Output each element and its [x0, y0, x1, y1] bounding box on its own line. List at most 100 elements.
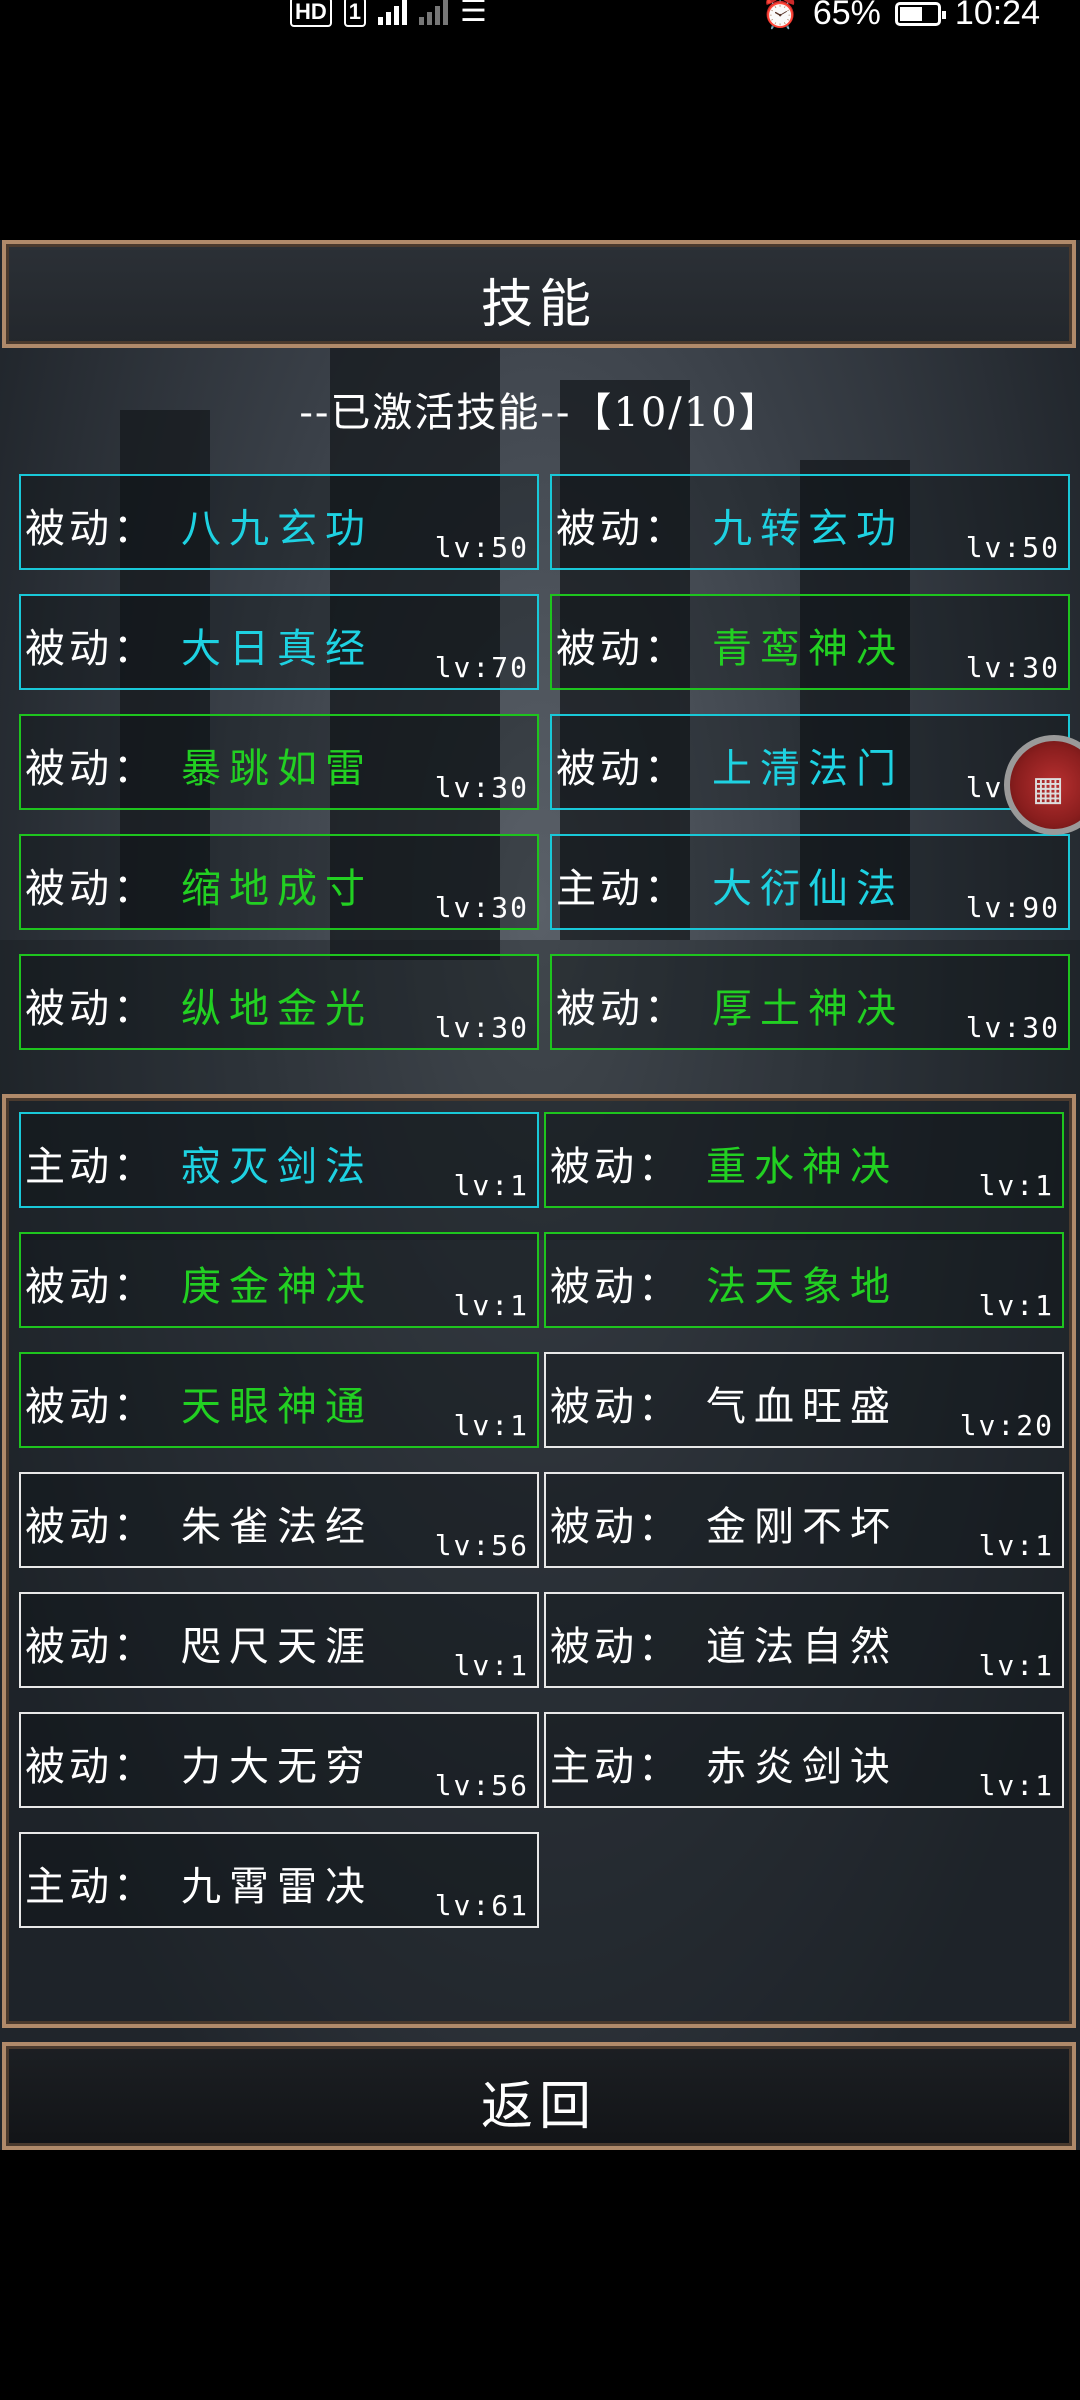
inactive-skill-tile[interactable]: 被动： 重水神决 lv:1 — [544, 1112, 1064, 1208]
battery-icon — [894, 1, 946, 26]
skill-level: lv:1 — [453, 1409, 529, 1442]
skill-type: 被动： — [25, 1744, 157, 1790]
skill-level: lv:56 — [434, 1529, 529, 1562]
signal-2-icon — [419, 0, 449, 25]
skill-level: lv:56 — [434, 1769, 529, 1802]
skill-name: 大衍仙法 — [712, 866, 904, 912]
active-skill-tile[interactable]: 被动： 八九玄功 lv:50 — [19, 474, 539, 570]
inactive-skill-tile[interactable]: 被动： 道法自然 lv:1 — [544, 1592, 1064, 1688]
skill-level: lv:30 — [434, 1011, 529, 1044]
wifi-icon: ☰ — [460, 0, 487, 28]
skill-level: lv:90 — [965, 891, 1060, 924]
skill-type: 被动： — [556, 626, 688, 672]
active-skill-tile[interactable]: 被动： 大日真经 lv:70 — [19, 594, 539, 690]
grid-icon: ▦ — [1032, 769, 1065, 809]
skill-level: lv:70 — [434, 651, 529, 684]
active-skill-tile[interactable]: 被动： 厚土神决 lv:30 — [550, 954, 1070, 1050]
skill-level: lv:1 — [453, 1649, 529, 1682]
skill-type: 主动： — [556, 866, 688, 912]
skill-name: 朱雀法经 — [181, 1504, 373, 1550]
skill-name: 重水神决 — [706, 1144, 898, 1190]
return-button[interactable]: 返回 — [2, 2042, 1076, 2150]
active-skill-tile[interactable]: 被动： 暴跳如雷 lv:30 — [19, 714, 539, 810]
return-label: 返回 — [480, 2077, 597, 2137]
skill-type: 被动： — [556, 986, 688, 1032]
skill-level: lv:30 — [434, 891, 529, 924]
skill-level: lv:1 — [453, 1289, 529, 1322]
skill-type: 被动： — [25, 1384, 157, 1430]
page-title: 技能 — [480, 275, 597, 335]
alarm-icon: ⏰ — [761, 0, 799, 30]
skill-name: 暴跳如雷 — [181, 746, 373, 792]
skill-name: 气血旺盛 — [706, 1384, 898, 1430]
skill-type: 被动： — [556, 506, 688, 552]
skill-name: 寂灭剑法 — [181, 1144, 373, 1190]
inactive-skill-tile[interactable]: 被动： 庚金神决 lv:1 — [19, 1232, 539, 1328]
inactive-skill-tile[interactable]: 被动： 气血旺盛 lv:20 — [544, 1352, 1064, 1448]
skill-type: 被动： — [550, 1384, 682, 1430]
skill-name: 大日真经 — [181, 626, 373, 672]
skill-type: 被动： — [25, 866, 157, 912]
skill-level: lv:50 — [965, 531, 1060, 564]
skill-name: 法天象地 — [706, 1264, 898, 1310]
skill-type: 被动： — [25, 1504, 157, 1550]
skill-name: 缩地成寸 — [181, 866, 373, 912]
skill-level: lv:50 — [434, 531, 529, 564]
active-skill-tile[interactable]: 被动：上清法门lv:90 — [550, 714, 1070, 810]
skill-type: 被动： — [550, 1504, 682, 1550]
skill-type: 被动： — [550, 1144, 682, 1190]
inactive-skill-tile[interactable]: 主动： 九霄雷决 lv:61 — [19, 1832, 539, 1928]
skill-name: 道法自然 — [706, 1624, 898, 1670]
skill-name: 上清法门 — [712, 746, 904, 792]
skill-type: 被动： — [25, 506, 157, 552]
skill-type: 被动： — [25, 626, 157, 672]
skill-type: 被动： — [550, 1624, 682, 1670]
active-skill-tile[interactable]: 被动： 纵地金光 lv:30 — [19, 954, 539, 1050]
status-bar: HD 1 ☰ ⏰ 65% 10:24 — [0, 0, 1080, 40]
skill-level: lv:20 — [959, 1409, 1054, 1442]
skill-name: 咫尺天涯 — [181, 1624, 373, 1670]
skill-type: 主动： — [550, 1744, 682, 1790]
skill-name: 厚土神决 — [712, 986, 904, 1032]
skill-level: lv:1 — [978, 1769, 1054, 1802]
skill-level: lv:1 — [453, 1169, 529, 1202]
inactive-skill-tile[interactable]: 主动： 寂灭剑法 lv:1 — [19, 1112, 539, 1208]
skill-level: lv:1 — [978, 1649, 1054, 1682]
skill-name: 庚金神决 — [181, 1264, 373, 1310]
inactive-skill-tile[interactable]: 被动： 力大无穷 lv:56 — [19, 1712, 539, 1808]
skill-type: 被动： — [25, 746, 157, 792]
active-skills-header: --已激活技能--【10/10】 — [299, 390, 781, 436]
battery-percent: 65% — [812, 0, 881, 32]
title-bar: 技能 — [2, 240, 1076, 348]
signal-icon — [378, 0, 408, 25]
skill-type: 被动： — [25, 986, 157, 1032]
skill-name: 纵地金光 — [181, 986, 373, 1032]
skill-name: 青鸾神决 — [712, 626, 904, 672]
inactive-skill-tile[interactable]: 被动： 金刚不坏 lv:1 — [544, 1472, 1064, 1568]
active-skill-tile[interactable]: 主动： 大衍仙法 lv:90 — [550, 834, 1070, 930]
skill-name: 赤炎剑诀 — [706, 1744, 898, 1790]
skill-type: 被动： — [550, 1264, 682, 1310]
skill-level: lv:30 — [965, 651, 1060, 684]
skill-level: lv:61 — [434, 1889, 529, 1922]
inactive-skill-tile[interactable]: 主动： 赤炎剑诀 lv:1 — [544, 1712, 1064, 1808]
skill-type: 被动： — [556, 746, 688, 792]
skill-type: 主动： — [25, 1144, 157, 1190]
active-skill-tile[interactable]: 被动： 九转玄功 lv:50 — [550, 474, 1070, 570]
skill-name: 九转玄功 — [712, 506, 904, 552]
hd-badge: HD — [290, 0, 332, 27]
navigation-bar — [0, 2380, 1080, 2400]
inactive-skill-tile[interactable]: 被动： 天眼神通 lv:1 — [19, 1352, 539, 1448]
active-skill-tile[interactable]: 被动： 缩地成寸 lv:30 — [19, 834, 539, 930]
inactive-skill-tile[interactable]: 被动： 咫尺天涯 lv:1 — [19, 1592, 539, 1688]
skill-name: 天眼神通 — [181, 1384, 373, 1430]
active-skill-tile[interactable]: 被动： 青鸾神决 lv:30 — [550, 594, 1070, 690]
skill-level: lv:1 — [978, 1529, 1054, 1562]
skill-level: lv:30 — [434, 771, 529, 804]
inactive-skill-tile[interactable]: 被动： 朱雀法经 lv:56 — [19, 1472, 539, 1568]
skill-type: 被动： — [25, 1624, 157, 1670]
sim-badge: 1 — [343, 0, 367, 27]
skill-type: 被动： — [25, 1264, 157, 1310]
inactive-skill-tile[interactable]: 被动： 法天象地 lv:1 — [544, 1232, 1064, 1328]
skill-name: 九霄雷决 — [181, 1864, 373, 1910]
